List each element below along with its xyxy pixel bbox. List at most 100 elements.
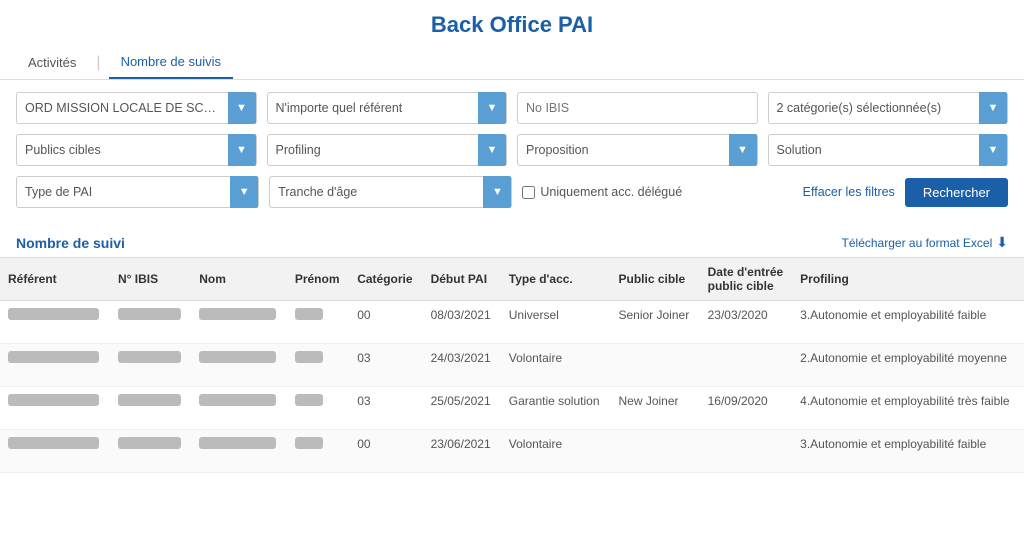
cell-debut_pai: 24/03/2021: [423, 344, 501, 387]
excel-download-link[interactable]: Télécharger au format Excel ⬇: [842, 234, 1008, 251]
filter-profiling[interactable]: Profiling ▼: [267, 134, 508, 166]
cell-ibis: ████ ████: [110, 430, 191, 473]
cell-profiling: 3.Autonomie et employabilité faible: [792, 301, 1024, 344]
col-ibis: N° IBIS: [110, 258, 191, 301]
clear-filters-button[interactable]: Effacer les filtres: [803, 185, 895, 199]
search-button[interactable]: Rechercher: [905, 178, 1008, 207]
tab-activites[interactable]: Activités: [16, 47, 88, 78]
filter-mission-locale[interactable]: ORD MISSION LOCALE DE SCHA... ▼: [16, 92, 257, 124]
filter-tranche-age-arrow[interactable]: ▼: [483, 176, 511, 208]
cell-categorie: 03: [349, 387, 422, 430]
filter-publics-cibles-arrow[interactable]: ▼: [228, 134, 256, 166]
cell-debut_pai: 25/05/2021: [423, 387, 501, 430]
col-categorie: Catégorie: [349, 258, 422, 301]
filter-publics-cibles[interactable]: Publics cibles ▼: [16, 134, 257, 166]
filter-row-2: Publics cibles ▼ Profiling ▼ Proposition…: [16, 134, 1008, 166]
cell-date_entree: [700, 430, 793, 473]
cell-type_acc: Volontaire: [501, 430, 611, 473]
filter-categories-arrow[interactable]: ▼: [979, 92, 1007, 124]
table-row: ████ ████████████ ███████████████████032…: [0, 387, 1024, 430]
filter-actions: Effacer les filtres Rechercher: [803, 178, 1008, 207]
filter-referent-label: N'importe quel référent: [276, 101, 475, 115]
filter-profiling-arrow[interactable]: ▼: [478, 134, 506, 166]
col-type-acc: Type d'acc.: [501, 258, 611, 301]
filter-mission-locale-arrow[interactable]: ▼: [228, 92, 256, 124]
filter-referent[interactable]: N'importe quel référent ▼: [267, 92, 508, 124]
cell-categorie: 00: [349, 430, 422, 473]
filter-mission-locale-label: ORD MISSION LOCALE DE SCHA...: [25, 101, 224, 115]
filter-referent-arrow[interactable]: ▼: [478, 92, 506, 124]
cell-ibis: ████ ████: [110, 344, 191, 387]
filter-proposition[interactable]: Proposition ▼: [517, 134, 758, 166]
cell-prenom: ████: [287, 387, 349, 430]
cell-categorie: 03: [349, 344, 422, 387]
cell-ibis: ████ ████: [110, 301, 191, 344]
filter-solution[interactable]: Solution ▼: [768, 134, 1009, 166]
cell-prenom: ████: [287, 344, 349, 387]
cell-prenom: ████: [287, 301, 349, 344]
page-title: Back Office PAI: [0, 0, 1024, 46]
section-title: Nombre de suivi: [16, 235, 125, 251]
filter-type-pai-label: Type de PAI: [25, 185, 226, 199]
cell-date_entree: 16/09/2020: [700, 387, 793, 430]
filter-acc-delegue: Uniquement acc. délégué: [522, 185, 792, 199]
cell-referent: ████ ████████: [0, 430, 110, 473]
table-row: ████ ████████████ ███████████████████002…: [0, 430, 1024, 473]
tab-nombre-suivis[interactable]: Nombre de suivis: [109, 46, 233, 79]
cell-nom: ███████████: [191, 387, 287, 430]
tabs-bar: Activités | Nombre de suivis: [0, 46, 1024, 80]
cell-public_cible: [610, 430, 699, 473]
cell-referent: ████ ████████: [0, 387, 110, 430]
filter-solution-label: Solution: [777, 143, 976, 157]
filter-proposition-label: Proposition: [526, 143, 725, 157]
filter-solution-arrow[interactable]: ▼: [979, 134, 1007, 166]
filter-row-1: ORD MISSION LOCALE DE SCHA... ▼ N'import…: [16, 92, 1008, 124]
data-table: Référent N° IBIS Nom Prénom Catégorie Dé…: [0, 257, 1024, 473]
cell-categorie: 00: [349, 301, 422, 344]
cell-ibis: ████ ████: [110, 387, 191, 430]
table-header-row: Référent N° IBIS Nom Prénom Catégorie Dé…: [0, 258, 1024, 301]
tab-divider: |: [96, 54, 100, 72]
filter-ibis-input[interactable]: [526, 101, 749, 115]
cell-public_cible: New Joiner: [610, 387, 699, 430]
section-header: Nombre de suivi Télécharger au format Ex…: [0, 226, 1024, 257]
col-date-entree: Date d'entrée public cible: [700, 258, 793, 301]
filter-acc-delegue-label: Uniquement acc. délégué: [540, 185, 682, 199]
col-public-cible: Public cible: [610, 258, 699, 301]
cell-prenom: ████: [287, 430, 349, 473]
cell-date_entree: 23/03/2020: [700, 301, 793, 344]
cell-referent: ████ ████████: [0, 301, 110, 344]
cell-debut_pai: 23/06/2021: [423, 430, 501, 473]
filter-tranche-age[interactable]: Tranche d'âge ▼: [269, 176, 512, 208]
filter-acc-delegue-checkbox[interactable]: [522, 186, 535, 199]
download-icon: ⬇: [996, 234, 1008, 251]
col-nom: Nom: [191, 258, 287, 301]
col-prenom: Prénom: [287, 258, 349, 301]
col-profiling: Profiling: [792, 258, 1024, 301]
cell-profiling: 3.Autonomie et employabilité faible: [792, 430, 1024, 473]
filter-proposition-arrow[interactable]: ▼: [729, 134, 757, 166]
cell-debut_pai: 08/03/2021: [423, 301, 501, 344]
filter-categories[interactable]: 2 catégorie(s) sélectionnée(s) ▼: [768, 92, 1009, 124]
filter-profiling-label: Profiling: [276, 143, 475, 157]
excel-link-label: Télécharger au format Excel: [842, 236, 993, 250]
cell-nom: ███████████: [191, 301, 287, 344]
cell-profiling: 2.Autonomie et employabilité moyenne: [792, 344, 1024, 387]
filter-type-pai[interactable]: Type de PAI ▼: [16, 176, 259, 208]
cell-type_acc: Volontaire: [501, 344, 611, 387]
filter-type-pai-arrow[interactable]: ▼: [230, 176, 258, 208]
cell-nom: ███████████: [191, 344, 287, 387]
col-referent: Référent: [0, 258, 110, 301]
cell-public_cible: [610, 344, 699, 387]
table-row: ████ ████████████ ███████████████████032…: [0, 344, 1024, 387]
cell-type_acc: Garantie solution: [501, 387, 611, 430]
filter-ibis[interactable]: [517, 92, 758, 124]
table-row: ████ ████████████ ███████████████████000…: [0, 301, 1024, 344]
cell-nom: ███████████: [191, 430, 287, 473]
table-container: Référent N° IBIS Nom Prénom Catégorie Dé…: [0, 257, 1024, 473]
filter-row-3: Type de PAI ▼ Tranche d'âge ▼ Uniquement…: [16, 176, 1008, 208]
col-debut-pai: Début PAI: [423, 258, 501, 301]
filter-tranche-age-label: Tranche d'âge: [278, 185, 479, 199]
cell-profiling: 4.Autonomie et employabilité très faible: [792, 387, 1024, 430]
cell-referent: ████ ████████: [0, 344, 110, 387]
